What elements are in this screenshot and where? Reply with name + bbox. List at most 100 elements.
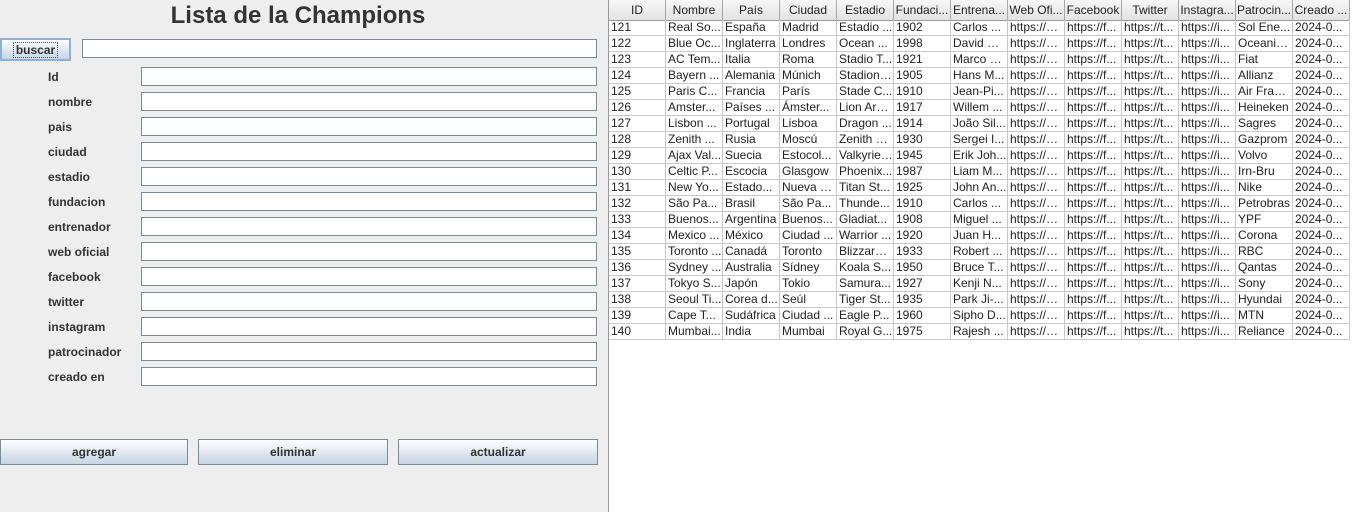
table-cell: 131 (609, 180, 666, 196)
column-header[interactable]: Patrocin... (1236, 0, 1293, 20)
field-input[interactable] (141, 292, 597, 311)
table-cell: https://w... (1008, 308, 1065, 324)
table-row[interactable]: 136 Sydney ... Australia Sídney Koala S... 19… (609, 260, 1350, 276)
field-input[interactable] (141, 217, 597, 236)
field-label: twitter (48, 295, 84, 309)
field-input[interactable] (141, 142, 597, 161)
table-row[interactable]: 137 Tokyo S... Japón Tokio Samura... 1927 Kenj… (609, 276, 1350, 292)
table-row[interactable]: 127 Lisbon ... Portugal Lisboa Dragon ... 191… (609, 116, 1350, 132)
field-input[interactable] (141, 267, 597, 286)
column-header[interactable]: País (723, 0, 780, 20)
add-button[interactable]: agregar (0, 439, 188, 465)
table-row[interactable]: 125 Paris C... Francia París Stade C... 1910 J… (609, 84, 1350, 100)
table-cell: India (723, 324, 780, 340)
table-cell: 129 (609, 148, 666, 164)
search-input[interactable] (82, 39, 597, 58)
table-cell: Volvo (1236, 148, 1293, 164)
table-cell: 2024-0... (1293, 36, 1350, 52)
update-button[interactable]: actualizar (398, 439, 598, 465)
table-cell: 121 (609, 20, 666, 36)
table-row[interactable]: 121 Real So... España Madrid Estadio ... 1902… (609, 20, 1350, 36)
table-row[interactable]: 124 Bayern ... Alemania Múnich Stadion ... 19… (609, 68, 1350, 84)
table-row[interactable]: 126 Amster... Países ... Ámster... Lion Are.… (609, 100, 1350, 116)
table-cell: 2024-0... (1293, 148, 1350, 164)
column-header[interactable]: Instagra... (1179, 0, 1236, 20)
column-header[interactable]: Ciudad (780, 0, 837, 20)
table-cell: https://f... (1065, 84, 1122, 100)
table-cell: Seúl (780, 292, 837, 308)
table-cell: https://f... (1065, 308, 1122, 324)
table-cell: https://t... (1122, 52, 1179, 68)
table-cell: https://t... (1122, 148, 1179, 164)
column-header[interactable]: Estadio (837, 0, 894, 20)
table-row[interactable]: 122 Blue Oc... Inglaterra Londres Ocean ... 1… (609, 36, 1350, 52)
table-cell: Blue Oc... (666, 36, 723, 52)
table-row[interactable]: 138 Seoul Ti... Corea d... Seúl Tiger St... 1… (609, 292, 1350, 308)
column-header[interactable]: Nombre (666, 0, 723, 20)
field-input[interactable] (141, 342, 597, 361)
table-row[interactable]: 139 Cape T... Sudáfrica Ciudad ... Eagle P..… (609, 308, 1350, 324)
table-row[interactable]: 129 Ajax Val... Suecia Estocol... Valkyrie .… (609, 148, 1350, 164)
table-row[interactable]: 128 Zenith ... Rusia Moscú Zenith S... 1930 Se… (609, 132, 1350, 148)
column-header[interactable]: Entrena... (951, 0, 1008, 20)
field-input[interactable] (141, 317, 597, 336)
table-cell: Phoenix... (837, 164, 894, 180)
field-input[interactable] (141, 192, 597, 211)
table-cell: Rajesh ... (951, 324, 1008, 340)
field-label: estadio (48, 170, 91, 184)
table-row[interactable]: 132 São Pa... Brasil São Pa... Thunde... 1910… (609, 196, 1350, 212)
table-cell: Países ... (723, 100, 780, 116)
table-cell: Juan H... (951, 228, 1008, 244)
table-cell: Stadio T... (837, 52, 894, 68)
table-cell: AC Tem... (666, 52, 723, 68)
table-cell: 2024-0... (1293, 132, 1350, 148)
column-header[interactable]: Fundaci... (894, 0, 951, 20)
table-cell: Blizzard ... (837, 244, 894, 260)
field-input[interactable] (141, 167, 597, 186)
table-row[interactable]: 134 Mexico ... México Ciudad ... Warrior ...… (609, 228, 1350, 244)
table-cell: https://t... (1122, 260, 1179, 276)
table-cell: https://i... (1179, 276, 1236, 292)
table-cell: 2024-0... (1293, 68, 1350, 84)
column-header[interactable]: Twitter (1122, 0, 1179, 20)
delete-button[interactable]: eliminar (198, 439, 388, 465)
table-cell: Willem ... (951, 100, 1008, 116)
table-cell: 1917 (894, 100, 951, 116)
table-cell: 1910 (894, 196, 951, 212)
table-cell: Carlos ... (951, 20, 1008, 36)
field-input[interactable] (141, 117, 597, 136)
field-input[interactable] (141, 367, 597, 386)
table-cell: https://w... (1008, 68, 1065, 84)
table-cell: Mumbai... (666, 324, 723, 340)
table-cell: https://i... (1179, 116, 1236, 132)
column-header[interactable]: Web Ofi... (1008, 0, 1065, 20)
field-input[interactable] (141, 242, 597, 261)
search-button[interactable]: buscar (0, 38, 71, 61)
teams-table[interactable]: ID Nombre País Ciudad Estadio Fundaci... Entre… (608, 0, 1356, 512)
table-cell: 137 (609, 276, 666, 292)
table-cell: 2024-0... (1293, 180, 1350, 196)
table-cell: https://f... (1065, 212, 1122, 228)
table-row[interactable]: 131 New Yo... Estado... Nueva Y... Titan St.… (609, 180, 1350, 196)
table-cell: 1910 (894, 84, 951, 100)
table-cell: 2024-0... (1293, 52, 1350, 68)
table-cell: Sol Ene... (1236, 20, 1293, 36)
field-label: nombre (48, 95, 93, 109)
table-cell: Alemania (723, 68, 780, 84)
column-header[interactable]: ID (609, 0, 666, 20)
table-row[interactable]: 140 Mumbai... India Mumbai Royal G... 1975 Raj… (609, 324, 1350, 340)
table-cell: https://f... (1065, 20, 1122, 36)
table-row[interactable]: 123 AC Tem... Italia Roma Stadio T... 1921 Mar… (609, 52, 1350, 68)
table-cell: https://i... (1179, 100, 1236, 116)
column-header[interactable]: Creado ... (1293, 0, 1350, 20)
column-header[interactable]: Facebook (1065, 0, 1122, 20)
table-cell: 1908 (894, 212, 951, 228)
table-row[interactable]: 133 Buenos... Argentina Buenos... Gladiat...… (609, 212, 1350, 228)
table-row[interactable]: 130 Celtic P... Escocia Glasgow Phoenix... 19… (609, 164, 1350, 180)
table-cell: Celtic P... (666, 164, 723, 180)
table-cell: https://i... (1179, 132, 1236, 148)
field-input[interactable] (141, 92, 597, 111)
table-row[interactable]: 135 Toronto ... Canadá Toronto Blizzard ... 1… (609, 244, 1350, 260)
field-input[interactable] (141, 67, 597, 86)
table-cell: 1935 (894, 292, 951, 308)
